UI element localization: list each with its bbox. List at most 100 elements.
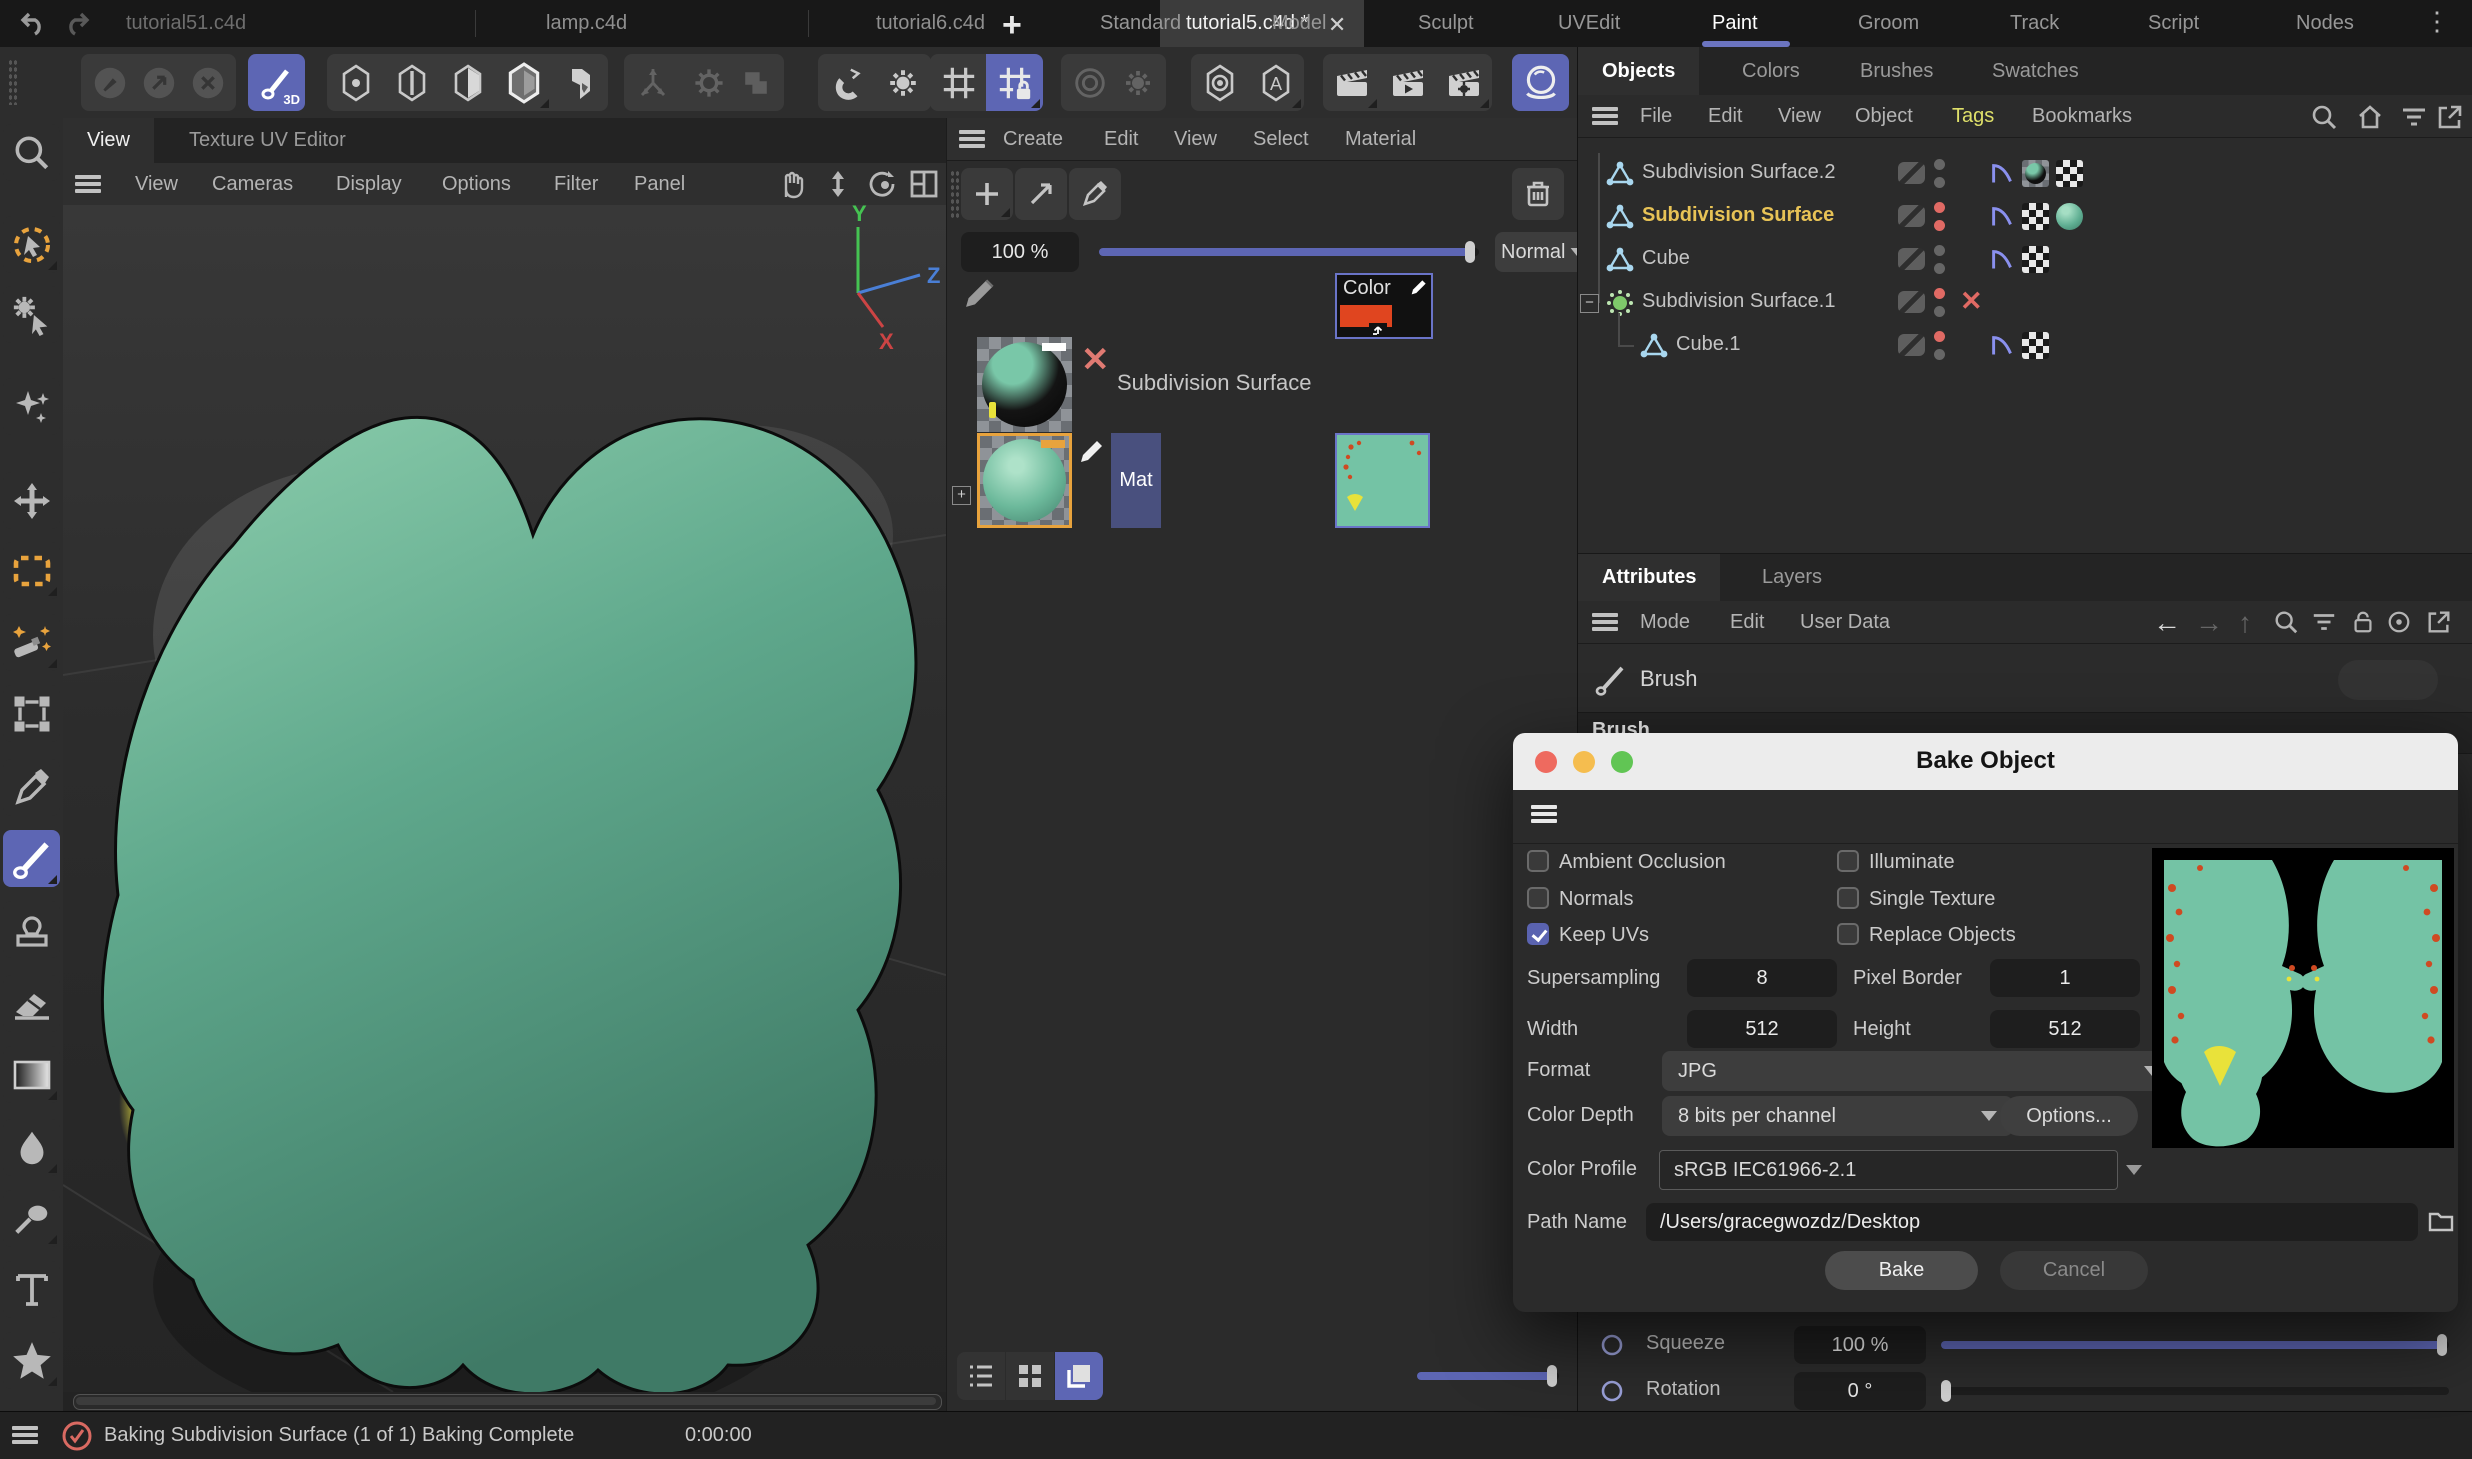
tab-texture-uv-editor[interactable]: Texture UV Editor [165,118,370,163]
apply-material-button[interactable] [1015,168,1067,220]
material-name[interactable]: Subdivision Surface [1117,370,1311,396]
cancel-tool-disabled-button[interactable] [179,54,236,111]
tab-brushes[interactable]: Brushes [1836,47,1957,95]
keep-uvs-checkbox[interactable] [1527,923,1549,945]
workplane-disabled-button[interactable] [727,54,784,111]
track-target-icon[interactable] [2386,609,2412,635]
menu-user-data[interactable]: User Data [1800,601,1890,643]
cube-object-icon[interactable] [1606,246,1634,274]
projection-solid-button[interactable] [495,54,552,111]
editor-dot[interactable] [1934,331,1945,342]
expand-material-icon[interactable]: + [952,486,971,505]
falloff-gear-disabled-icon[interactable] [1109,54,1166,111]
rectangle-selection-tool-icon[interactable] [3,542,60,599]
color-depth-dropdown[interactable]: 8 bits per channel [1662,1096,2013,1136]
list-view-button[interactable] [957,1352,1005,1400]
menu-options[interactable]: Options [442,163,511,205]
keyframe-circle-icon[interactable] [1599,1378,1625,1404]
bake-button[interactable]: Bake [1825,1251,1978,1290]
uv-tag-icon[interactable] [2022,203,2049,230]
mode-groom[interactable]: Groom [1858,0,1919,47]
options-button[interactable]: Options... [2000,1096,2138,1136]
material-tag-icon[interactable] [2056,203,2083,230]
overflow-menu-icon[interactable]: ⋮ [2424,6,2450,37]
zoom-tool-icon[interactable] [3,124,60,181]
menu-view[interactable]: View [135,163,178,205]
color-profile-dropdown[interactable]: sRGB IEC61966-2.1 [1659,1150,2118,1190]
menu-material[interactable]: Material [1345,118,1416,160]
text-tool-icon[interactable] [3,1261,60,1318]
visibility-toggle[interactable] [1898,334,1925,356]
phong-tag-icon[interactable] [1988,246,2015,273]
render-picture-viewer-button[interactable] [1379,54,1436,111]
live-selection-tool-icon[interactable] [3,216,60,273]
uv-tag-icon[interactable] [2022,332,2049,359]
texture-tag-icon[interactable] [2022,160,2049,187]
star-shape-tool-icon[interactable] [3,1332,60,1389]
grid-button[interactable] [930,54,987,111]
snap-settings-gear-icon[interactable] [874,54,931,111]
single-texture-checkbox[interactable] [1837,887,1859,909]
supersampling-field[interactable]: 8 [1687,959,1837,997]
mode-standard[interactable]: Standard [1100,0,1181,47]
auto-mode-button[interactable]: A [1247,54,1304,111]
pencil-icon[interactable] [961,274,999,312]
height-field[interactable]: 512 [1990,1010,2140,1048]
grid-view-button[interactable] [1006,1352,1054,1400]
editor-dot[interactable] [1934,245,1945,256]
texture-preview-thumbnail[interactable] [1335,433,1430,528]
collapse-icon[interactable]: − [1580,294,1599,313]
menu-object[interactable]: Object [1855,95,1913,137]
magic-wand-tool-icon[interactable] [3,614,60,671]
uv-tag-icon[interactable] [2022,246,2049,273]
dialog-titlebar[interactable]: Bake Object [1513,733,2458,790]
close-tab-icon[interactable]: ✕ [1328,12,1346,38]
menu-panel[interactable]: Panel [634,163,685,205]
tab-view[interactable]: View [63,118,154,163]
color-profile-caret-icon[interactable] [2126,1165,2142,1175]
menu-create[interactable]: Create [1003,118,1063,160]
object-row-selected[interactable]: Subdivision Surface [1578,196,2472,238]
uv-tag-icon[interactable] [2056,160,2083,187]
home-icon[interactable] [2356,103,2384,131]
doc-tab-active[interactable]: tutorial5.c4d * ✕ [1160,0,1364,47]
gradient-tool-icon[interactable] [3,1046,60,1103]
move-tool-icon[interactable] [3,472,60,529]
doc-tab[interactable]: lamp.c4d [520,0,653,47]
filter-icon[interactable] [2311,609,2337,635]
disable-x-icon[interactable]: ✕ [1960,286,1983,317]
illuminate-checkbox[interactable] [1837,850,1859,872]
visibility-toggle[interactable] [1898,205,1925,227]
projection-point-button[interactable] [327,54,384,111]
menu-view[interactable]: View [1174,118,1217,160]
menu-cameras[interactable]: Cameras [212,163,293,205]
replace-objects-checkbox[interactable] [1837,923,1859,945]
generator-enabled-icon[interactable] [1606,289,1634,317]
menu-select[interactable]: Select [1253,118,1309,160]
blur-drop-tool-icon[interactable] [3,1119,60,1176]
format-dropdown[interactable]: JPG [1662,1051,2176,1091]
up-arrow-icon[interactable]: ↑ [2238,607,2252,639]
rotation-slider[interactable] [1941,1387,2449,1395]
drag-handle[interactable] [8,59,18,105]
menu-mode[interactable]: Mode [1640,601,1690,643]
normals-checkbox[interactable] [1527,887,1549,909]
object-row[interactable]: Subdivision Surface.2 [1578,153,2472,195]
menu-edit[interactable]: Edit [1104,118,1138,160]
material-thumbnail-selected[interactable] [977,433,1072,528]
menu-filter[interactable]: Filter [554,163,598,205]
ambient-occlusion-checkbox[interactable] [1527,850,1549,872]
visibility-toggle[interactable] [1898,162,1925,184]
mode-nodes[interactable]: Nodes [2296,0,2354,47]
editor-dot[interactable] [1934,159,1945,170]
doc-tab[interactable]: tutorial51.c4d [100,0,272,47]
magnet-snap-button[interactable] [818,54,875,111]
menu-view[interactable]: View [1778,95,1821,137]
mode-script[interactable]: Script [2148,0,2199,47]
pick-material-button[interactable] [1069,168,1121,220]
search-icon[interactable] [2273,609,2299,635]
tweak-mode-tool-icon[interactable] [3,286,60,343]
undo-icon[interactable] [18,9,48,39]
material-manager-button[interactable] [1512,54,1569,111]
thumbnail-size-slider[interactable] [1417,1372,1559,1380]
